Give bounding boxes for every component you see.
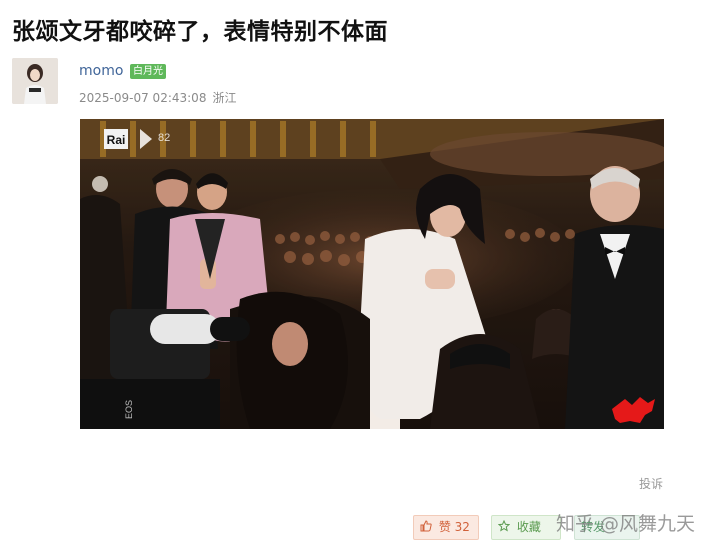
festival-edition-text: 82 (158, 132, 170, 144)
favorite-button-label: 收藏 (516, 520, 541, 534)
author-badge: 白月光 (130, 64, 166, 79)
post-image[interactable]: Rai 82 EOS (80, 119, 664, 429)
author-name-link[interactable]: momo (79, 63, 123, 79)
like-button-label: 赞 32 (438, 520, 470, 534)
post-timestamp: 2025-09-07 02:43:08 (79, 91, 207, 105)
camera-brand-text: EOS (124, 400, 134, 419)
author-avatar[interactable] (12, 58, 58, 104)
zhihu-watermark: 知乎 @风舞九天 (556, 513, 696, 535)
star-icon (497, 519, 514, 534)
post-title: 张颂文牙都咬碎了，表情特别不体面 (12, 19, 388, 45)
avatar-photo-icon (12, 58, 58, 104)
post-meta: 2025-09-07 02:43:08 浙江 (79, 89, 236, 106)
like-button[interactable]: 赞 32 (413, 515, 479, 540)
report-link[interactable]: 投诉 (639, 475, 663, 492)
thumbs-up-icon (420, 520, 436, 534)
theater-scene-image: Rai 82 EOS (80, 119, 664, 429)
post-location: 浙江 (212, 91, 237, 105)
rai-logo-text: Rai (107, 133, 126, 147)
favorite-button[interactable]: 收藏 (491, 515, 561, 540)
